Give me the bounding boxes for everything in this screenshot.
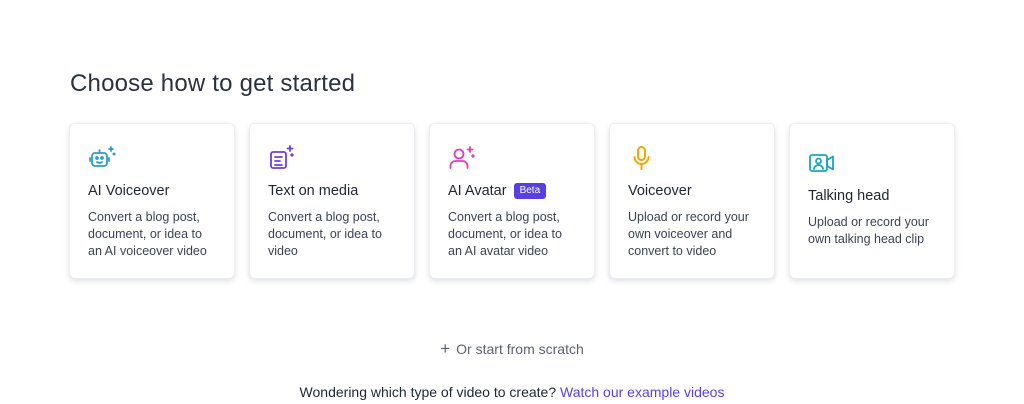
card-title: Voiceover [628, 183, 692, 199]
document-sparkle-icon [268, 144, 296, 172]
card-text-on-media[interactable]: Text on media Convert a blog post, docum… [249, 123, 415, 279]
card-title: AI Avatar [448, 183, 507, 199]
card-description: Convert a blog post, document, or idea t… [268, 210, 382, 258]
card-description: Convert a blog post, document, or idea t… [88, 210, 207, 258]
start-from-scratch-button[interactable]: + Or start from scratch [440, 339, 584, 358]
microphone-icon [628, 144, 656, 172]
robot-sparkle-icon [88, 144, 116, 172]
card-voiceover[interactable]: Voiceover Upload or record your own voic… [609, 123, 775, 279]
beta-badge: Beta [513, 183, 547, 199]
card-ai-voiceover[interactable]: AI Voiceover Convert a blog post, docume… [69, 123, 235, 279]
card-description: Upload or record your own voiceover and … [628, 210, 749, 258]
footer-text: Wondering which type of video to create? [299, 384, 557, 400]
card-description: Convert a blog post, document, or idea t… [448, 210, 562, 258]
card-talking-head[interactable]: Talking head Upload or record your own t… [789, 123, 955, 279]
watch-example-videos-link[interactable]: Watch our example videos [560, 384, 724, 400]
start-from-scratch: + Or start from scratch [0, 339, 1024, 358]
page-title: Choose how to get started [70, 70, 356, 97]
start-from-scratch-label: Or start from scratch [456, 341, 584, 357]
card-title: Talking head [808, 188, 890, 204]
footer: Wondering which type of video to create?… [0, 384, 1024, 400]
card-ai-avatar[interactable]: AI Avatar Beta Convert a blog post, docu… [429, 123, 595, 279]
card-title: AI Voiceover [88, 183, 170, 199]
plus-icon: + [440, 339, 451, 358]
video-camera-person-icon [808, 149, 836, 177]
card-description: Upload or record your own talking head c… [808, 215, 929, 246]
card-title: Text on media [268, 183, 359, 199]
person-sparkle-icon [448, 144, 476, 172]
